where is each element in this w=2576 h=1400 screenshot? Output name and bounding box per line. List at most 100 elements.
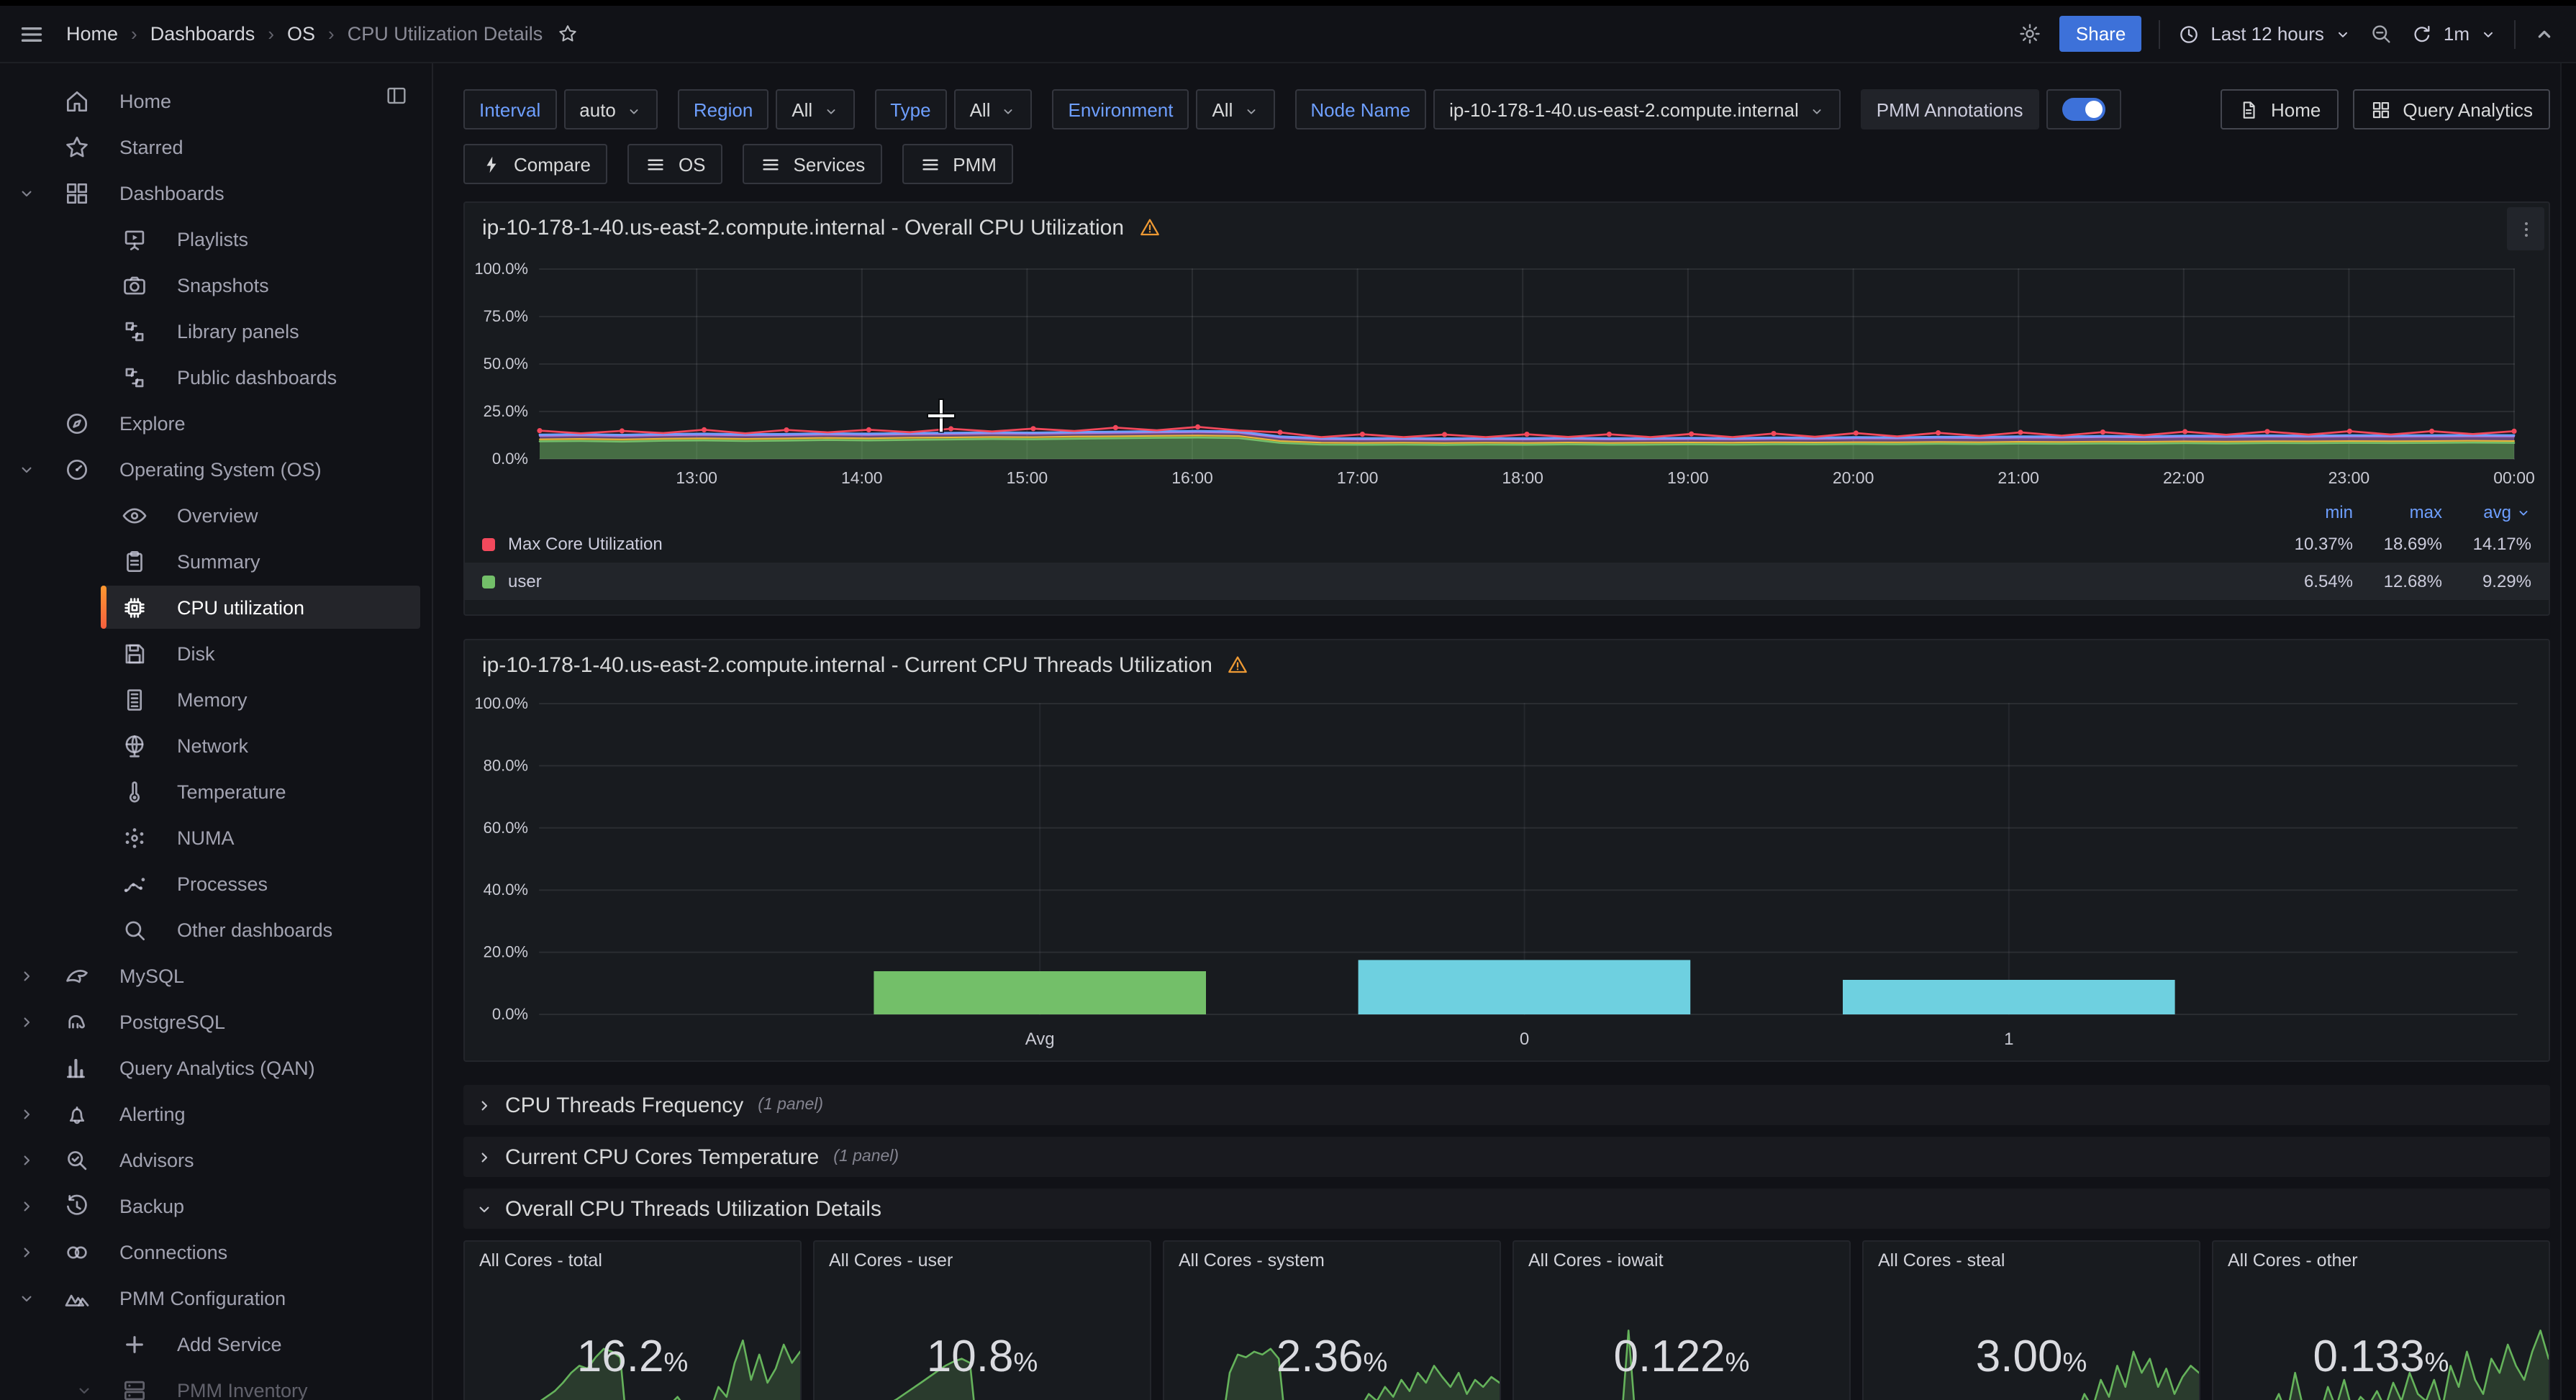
advisor-icon bbox=[63, 1146, 91, 1173]
legend-label[interactable]: user bbox=[508, 571, 2264, 591]
sidebar-item-starred[interactable]: Starred bbox=[0, 124, 432, 170]
home-link-button[interactable]: Home bbox=[2221, 89, 2338, 129]
panel-collapse-icon bbox=[384, 84, 409, 109]
threads-bar-chart[interactable]: 0.0%20.0%40.0%60.0%80.0%100.0%Avg01 bbox=[465, 689, 2549, 1060]
legend-label[interactable]: Max Core Utilization bbox=[508, 534, 2264, 554]
row-cpu-threads-frequency[interactable]: CPU Threads Frequency (1 panel) bbox=[463, 1085, 2550, 1125]
sidebar-item-backup[interactable]: Backup bbox=[0, 1183, 432, 1229]
zoom-out-button[interactable] bbox=[2369, 22, 2393, 46]
row-title: Current CPU Cores Temperature bbox=[505, 1145, 819, 1169]
legend-sort-min[interactable]: min bbox=[2264, 502, 2353, 522]
panel-warning[interactable] bbox=[1138, 216, 1161, 239]
sidebar-item-label: NUMA bbox=[177, 827, 235, 848]
sidebar-item-pmm-inventory[interactable]: PMM Inventory bbox=[0, 1367, 432, 1400]
sidebar-item-query-analytics-qan[interactable]: Query Analytics (QAN) bbox=[0, 1045, 432, 1091]
compass-icon bbox=[63, 409, 91, 437]
row-title: CPU Threads Frequency bbox=[505, 1093, 743, 1117]
sidebar-item-add-service[interactable]: Add Service bbox=[0, 1321, 432, 1367]
sidebar-item-network[interactable]: Network bbox=[0, 722, 432, 768]
sidebar-item-other-dashboards[interactable]: Other dashboards bbox=[0, 906, 432, 953]
share-button[interactable]: Share bbox=[2060, 16, 2141, 52]
legend-row-user: user 6.54% 12.68% 9.29% bbox=[465, 563, 2549, 600]
hamburger-menu-button[interactable] bbox=[17, 19, 46, 48]
row-overall-cpu-threads-utilization-details[interactable]: Overall CPU Threads Utilization Details bbox=[463, 1188, 2550, 1229]
filter-node-name-value[interactable]: ip-10-178-1-40.us-east-2.compute.interna… bbox=[1433, 89, 1841, 129]
time-range-picker[interactable]: Last 12 hours bbox=[2177, 22, 2351, 45]
filter-bar: Interval auto Region All Type All Enviro… bbox=[463, 86, 2550, 132]
scrollbar-track[interactable] bbox=[2560, 63, 2576, 1400]
sidebar-item-processes[interactable]: Processes bbox=[0, 860, 432, 906]
sidebar-collapse-button[interactable] bbox=[384, 83, 409, 109]
services-button[interactable]: Services bbox=[743, 144, 883, 184]
sidebar-item-mysql[interactable]: MySQL bbox=[0, 953, 432, 999]
sidebar-item-snapshots[interactable]: Snapshots bbox=[0, 262, 432, 308]
collapse-topbar-button[interactable] bbox=[2533, 22, 2556, 45]
svg-text:50.0%: 50.0% bbox=[484, 355, 528, 373]
history-icon bbox=[63, 1192, 91, 1219]
sidebar-item-overview[interactable]: Overview bbox=[0, 492, 432, 538]
filter-region-value[interactable]: All bbox=[776, 89, 854, 129]
svg-text:0: 0 bbox=[1520, 1029, 1529, 1049]
breadcrumb-item-os[interactable]: OS bbox=[287, 23, 315, 45]
stat-panel-all-cores-other: All Cores - other 0.133% bbox=[2212, 1240, 2550, 1400]
elephant-icon bbox=[63, 1008, 91, 1035]
breadcrumb-separator: › bbox=[131, 23, 137, 45]
refresh-icon bbox=[2411, 22, 2434, 45]
breadcrumb-item-home[interactable]: Home bbox=[66, 23, 118, 45]
row-current-cpu-cores-temperature[interactable]: Current CPU Cores Temperature (1 panel) bbox=[463, 1137, 2550, 1177]
stat-panel-all-cores-iowait: All Cores - iowait 0.122% bbox=[1513, 1240, 1851, 1400]
svg-text:Avg: Avg bbox=[1025, 1029, 1055, 1049]
sidebar-item-cpu-utilization[interactable]: CPU utilization bbox=[0, 584, 432, 630]
sidebar-item-dashboards[interactable]: Dashboards bbox=[0, 170, 432, 216]
sidebar-item-pmm-configuration[interactable]: PMM Configuration bbox=[0, 1275, 432, 1321]
sidebar-item-summary[interactable]: Summary bbox=[0, 538, 432, 584]
filter-interval-value[interactable]: auto bbox=[563, 89, 658, 129]
overall-cpu-chart[interactable]: 0.0%25.0%50.0%75.0%100.0%13:0014:0015:00… bbox=[465, 252, 2549, 496]
query-analytics-link-button[interactable]: Query Analytics bbox=[2352, 89, 2550, 129]
panel-menu-button[interactable] bbox=[2507, 207, 2544, 250]
sidebar-item-alerting[interactable]: Alerting bbox=[0, 1091, 432, 1137]
svg-text:16:00: 16:00 bbox=[1171, 468, 1213, 487]
toggle-switch[interactable] bbox=[2062, 98, 2105, 121]
sidebar-item-connections[interactable]: Connections bbox=[0, 1229, 432, 1275]
panel-warning[interactable] bbox=[1227, 653, 1250, 676]
sidebar-item-advisors[interactable]: Advisors bbox=[0, 1137, 432, 1183]
stat-title: All Cores - other bbox=[2228, 1250, 2358, 1271]
sidebar-item-public-dashboards[interactable]: Public dashboards bbox=[0, 354, 432, 400]
chevron-right-icon bbox=[17, 1196, 36, 1215]
filter-environment-value[interactable]: All bbox=[1196, 89, 1274, 129]
refresh-button[interactable]: 1m bbox=[2411, 22, 2497, 45]
filter-type-value[interactable]: All bbox=[954, 89, 1033, 129]
sidebar-item-playlists[interactable]: Playlists bbox=[0, 216, 432, 262]
sidebar-item-temperature[interactable]: Temperature bbox=[0, 768, 432, 814]
pmm-button[interactable]: PMM bbox=[902, 144, 1014, 184]
sidebar-item-home[interactable]: Home bbox=[0, 78, 432, 124]
sidebar-item-disk[interactable]: Disk bbox=[0, 630, 432, 676]
stat-title: All Cores - system bbox=[1179, 1250, 1325, 1271]
svg-text:0.0%: 0.0% bbox=[492, 450, 528, 468]
dashboard-settings-button[interactable] bbox=[2018, 22, 2043, 46]
dolphin-icon bbox=[63, 962, 91, 989]
panel-header: ip-10-178-1-40.us-east-2.compute.interna… bbox=[465, 203, 2549, 252]
os-button[interactable]: OS bbox=[628, 144, 723, 184]
sidebar-item-numa[interactable]: NUMA bbox=[0, 814, 432, 860]
panel-title[interactable]: ip-10-178-1-40.us-east-2.compute.interna… bbox=[482, 215, 1124, 240]
sidebar-item-label: Operating System (OS) bbox=[119, 458, 322, 480]
row-panel-count: (1 panel) bbox=[758, 1096, 823, 1114]
sidebar-item-label: Connections bbox=[119, 1241, 227, 1263]
sidebar-item-library-panels[interactable]: Library panels bbox=[0, 308, 432, 354]
sidebar-item-memory[interactable]: Memory bbox=[0, 676, 432, 722]
legend-sort-avg[interactable]: avg bbox=[2442, 502, 2531, 522]
chevron-down-icon bbox=[2516, 504, 2531, 520]
legend-sort-max[interactable]: max bbox=[2353, 502, 2442, 522]
sidebar-item-operating-system-os[interactable]: Operating System (OS) bbox=[0, 446, 432, 492]
svg-text:75.0%: 75.0% bbox=[484, 307, 528, 325]
pmm-annotations-toggle[interactable] bbox=[2046, 89, 2121, 129]
sidebar-item-explore[interactable]: Explore bbox=[0, 400, 432, 446]
panel-title[interactable]: ip-10-178-1-40.us-east-2.compute.interna… bbox=[482, 653, 1212, 677]
breadcrumb-item-dashboards[interactable]: Dashboards bbox=[150, 23, 255, 45]
compare-button[interactable]: Compare bbox=[463, 144, 608, 184]
stat-value: 0.133% bbox=[2213, 1331, 2549, 1383]
sidebar-item-postgresql[interactable]: PostgreSQL bbox=[0, 999, 432, 1045]
favorite-star-button[interactable] bbox=[557, 23, 579, 45]
